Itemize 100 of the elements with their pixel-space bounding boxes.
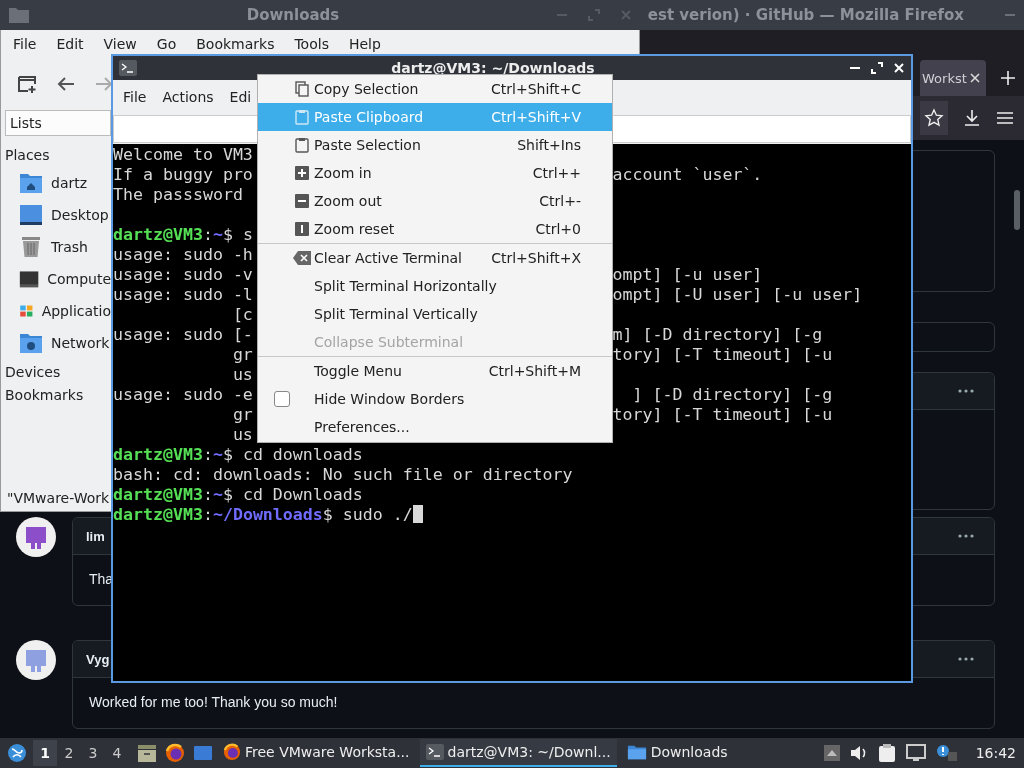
back-arrow-icon[interactable] — [57, 76, 75, 92]
terminal-text: gr — [231, 405, 253, 424]
clipboard-icon[interactable] — [877, 743, 896, 763]
terminal-icon — [119, 60, 137, 76]
terminal-text: usage: sudo -l — [113, 285, 253, 304]
workspace-button[interactable]: 3 — [81, 740, 105, 766]
more-icon[interactable] — [958, 657, 974, 661]
home-folder-icon — [19, 172, 43, 194]
avatar-icon[interactable] — [16, 517, 56, 557]
terminal-text: us — [231, 365, 253, 384]
sidebar-item[interactable]: Trash — [5, 231, 111, 263]
menu-item[interactable]: Tools — [284, 36, 339, 52]
menu-item[interactable]: Actions — [154, 88, 222, 105]
firefox-icon — [223, 743, 241, 761]
terminal-text: usage: sudo -v — [113, 265, 253, 284]
terminal-text: usage: sudo -e — [113, 385, 253, 404]
window-icon[interactable] — [193, 744, 213, 762]
notification-icon[interactable] — [935, 744, 958, 762]
more-icon[interactable] — [958, 389, 974, 393]
new-tab-icon[interactable] — [1000, 70, 1016, 86]
menu-item[interactable]: Zoom in Ctrl++ — [258, 159, 612, 187]
terminal-text: usage: sudo [- — [113, 325, 253, 344]
clock[interactable]: 16:42 — [975, 745, 1016, 761]
start-menu-icon[interactable] — [7, 743, 27, 763]
sidebar-item[interactable]: Applicatio — [5, 295, 111, 327]
menu-item[interactable]: Paste Selection Shift+Ins — [258, 131, 612, 159]
browser-tab[interactable]: Workst — [920, 60, 986, 96]
terminal-text: [c — [231, 305, 253, 324]
terminal-text: ompt] [-U user] [-u user] — [612, 285, 863, 305]
taskbar-button[interactable]: Free VMware Worksta... — [217, 739, 416, 767]
terminal-prompt-line: dartz@VM3:~$ s — [113, 225, 253, 244]
status-text: "VMware-Work — [7, 490, 110, 506]
window-title: Downloads — [245, 6, 341, 24]
menu-item[interactable]: File — [3, 36, 47, 52]
workspace-button[interactable]: 1 — [33, 740, 57, 766]
clipboard-icon — [295, 137, 309, 153]
sidebar-item[interactable]: Desktop — [5, 199, 111, 231]
sidebar-heading[interactable]: Devices — [5, 361, 111, 384]
menu-icon[interactable] — [996, 110, 1014, 126]
terminal-text: us — [231, 425, 253, 444]
sidebar-heading[interactable]: Bookmarks — [5, 384, 111, 407]
terminal-text: ompt] [-u user] — [612, 265, 763, 285]
terminal-prompt-line: dartz@VM3:~$ cd downloads — [113, 445, 363, 464]
terminal-text: account `user`. — [612, 165, 763, 185]
scrollbar-thumb[interactable] — [1014, 190, 1020, 230]
menu-item[interactable]: Split Terminal Vertically — [258, 300, 612, 328]
menu-item[interactable]: View — [93, 36, 147, 52]
sidebar-item[interactable]: Network — [5, 327, 111, 359]
terminal-text: gr — [231, 345, 253, 364]
sidebar-item[interactable]: dartz — [5, 167, 111, 199]
more-icon[interactable] — [958, 534, 974, 538]
terminal-text: The passsword — [113, 185, 243, 204]
menu-item[interactable]: Clear Active Terminal Ctrl+Shift+X — [258, 244, 612, 272]
menu-item[interactable]: File — [115, 88, 155, 105]
comment-author[interactable]: Vyg — [86, 651, 110, 667]
terminal-text: ] [-D directory] [-g — [631, 385, 833, 405]
menu-item[interactable]: Edi — [221, 88, 260, 105]
download-icon[interactable] — [962, 108, 982, 128]
window-title: est verion) · GitHub — Mozilla Firefox — [647, 6, 964, 24]
menu-item[interactable]: Hide Window Borders — [258, 385, 612, 413]
menu-item[interactable]: Copy Selection Ctrl+Shift+C — [258, 75, 612, 103]
menu-item[interactable]: Preferences... — [258, 413, 612, 441]
menu-item[interactable]: Split Terminal Horizontally — [258, 272, 612, 300]
sidebar-heading[interactable]: Places — [5, 144, 111, 167]
comment-author[interactable]: lim — [86, 528, 105, 544]
zoom-in-icon — [295, 166, 309, 180]
terminal-text: tory] [-T timeout] [-u — [612, 345, 833, 365]
network-folder-icon — [19, 332, 43, 354]
workspace-button[interactable]: 4 — [105, 740, 129, 766]
sidebar-item[interactable]: Compute — [5, 263, 111, 295]
taskbar-button[interactable]: Downloads — [620, 739, 734, 767]
zoom-out-icon — [295, 194, 309, 208]
taskbar-button[interactable]: dartz@VM3: ~/Downl... — [419, 739, 617, 767]
menu-item[interactable]: Help — [338, 36, 391, 52]
checkbox[interactable] — [274, 391, 290, 407]
menu-item[interactable]: Toggle Menu Ctrl+Shift+M — [258, 357, 612, 385]
avatar-icon[interactable] — [16, 640, 56, 680]
clear-icon — [293, 251, 311, 265]
close-icon[interactable] — [968, 72, 981, 84]
comment-text: Worked for me too! Thank you so much! — [89, 694, 338, 710]
trash-icon — [19, 236, 43, 258]
menu-item[interactable]: Edit — [46, 36, 94, 52]
computer-icon — [19, 268, 40, 290]
firefox-icon[interactable] — [165, 743, 185, 763]
window-title: dartz@VM3: ~/Downloads — [390, 60, 596, 76]
terminal-text: Welcome to VM3 — [113, 145, 253, 164]
menu-item[interactable]: Bookmarks — [186, 36, 285, 52]
menu-item[interactable]: Go — [146, 36, 187, 52]
menu-item[interactable]: Zoom out Ctrl+- — [258, 187, 612, 215]
workspace-button[interactable]: 2 — [57, 740, 81, 766]
terminal-text: If a buggy pro — [113, 165, 253, 184]
side-pane-dropdown[interactable]: Lists — [5, 110, 111, 136]
file-manager-icon[interactable] — [137, 743, 157, 763]
terminal-prompt-line: dartz@VM3:~/Downloads$ sudo ./ — [113, 505, 423, 524]
menu-item[interactable]: Zoom reset Ctrl+0 — [258, 215, 612, 243]
terminal-text: bash: cd: downloads: No such file or directory — [113, 465, 573, 484]
new-window-icon[interactable] — [17, 74, 37, 94]
forward-arrow-icon[interactable] — [95, 76, 113, 92]
network-icon[interactable] — [905, 744, 926, 762]
volume-icon[interactable] — [849, 745, 868, 761]
